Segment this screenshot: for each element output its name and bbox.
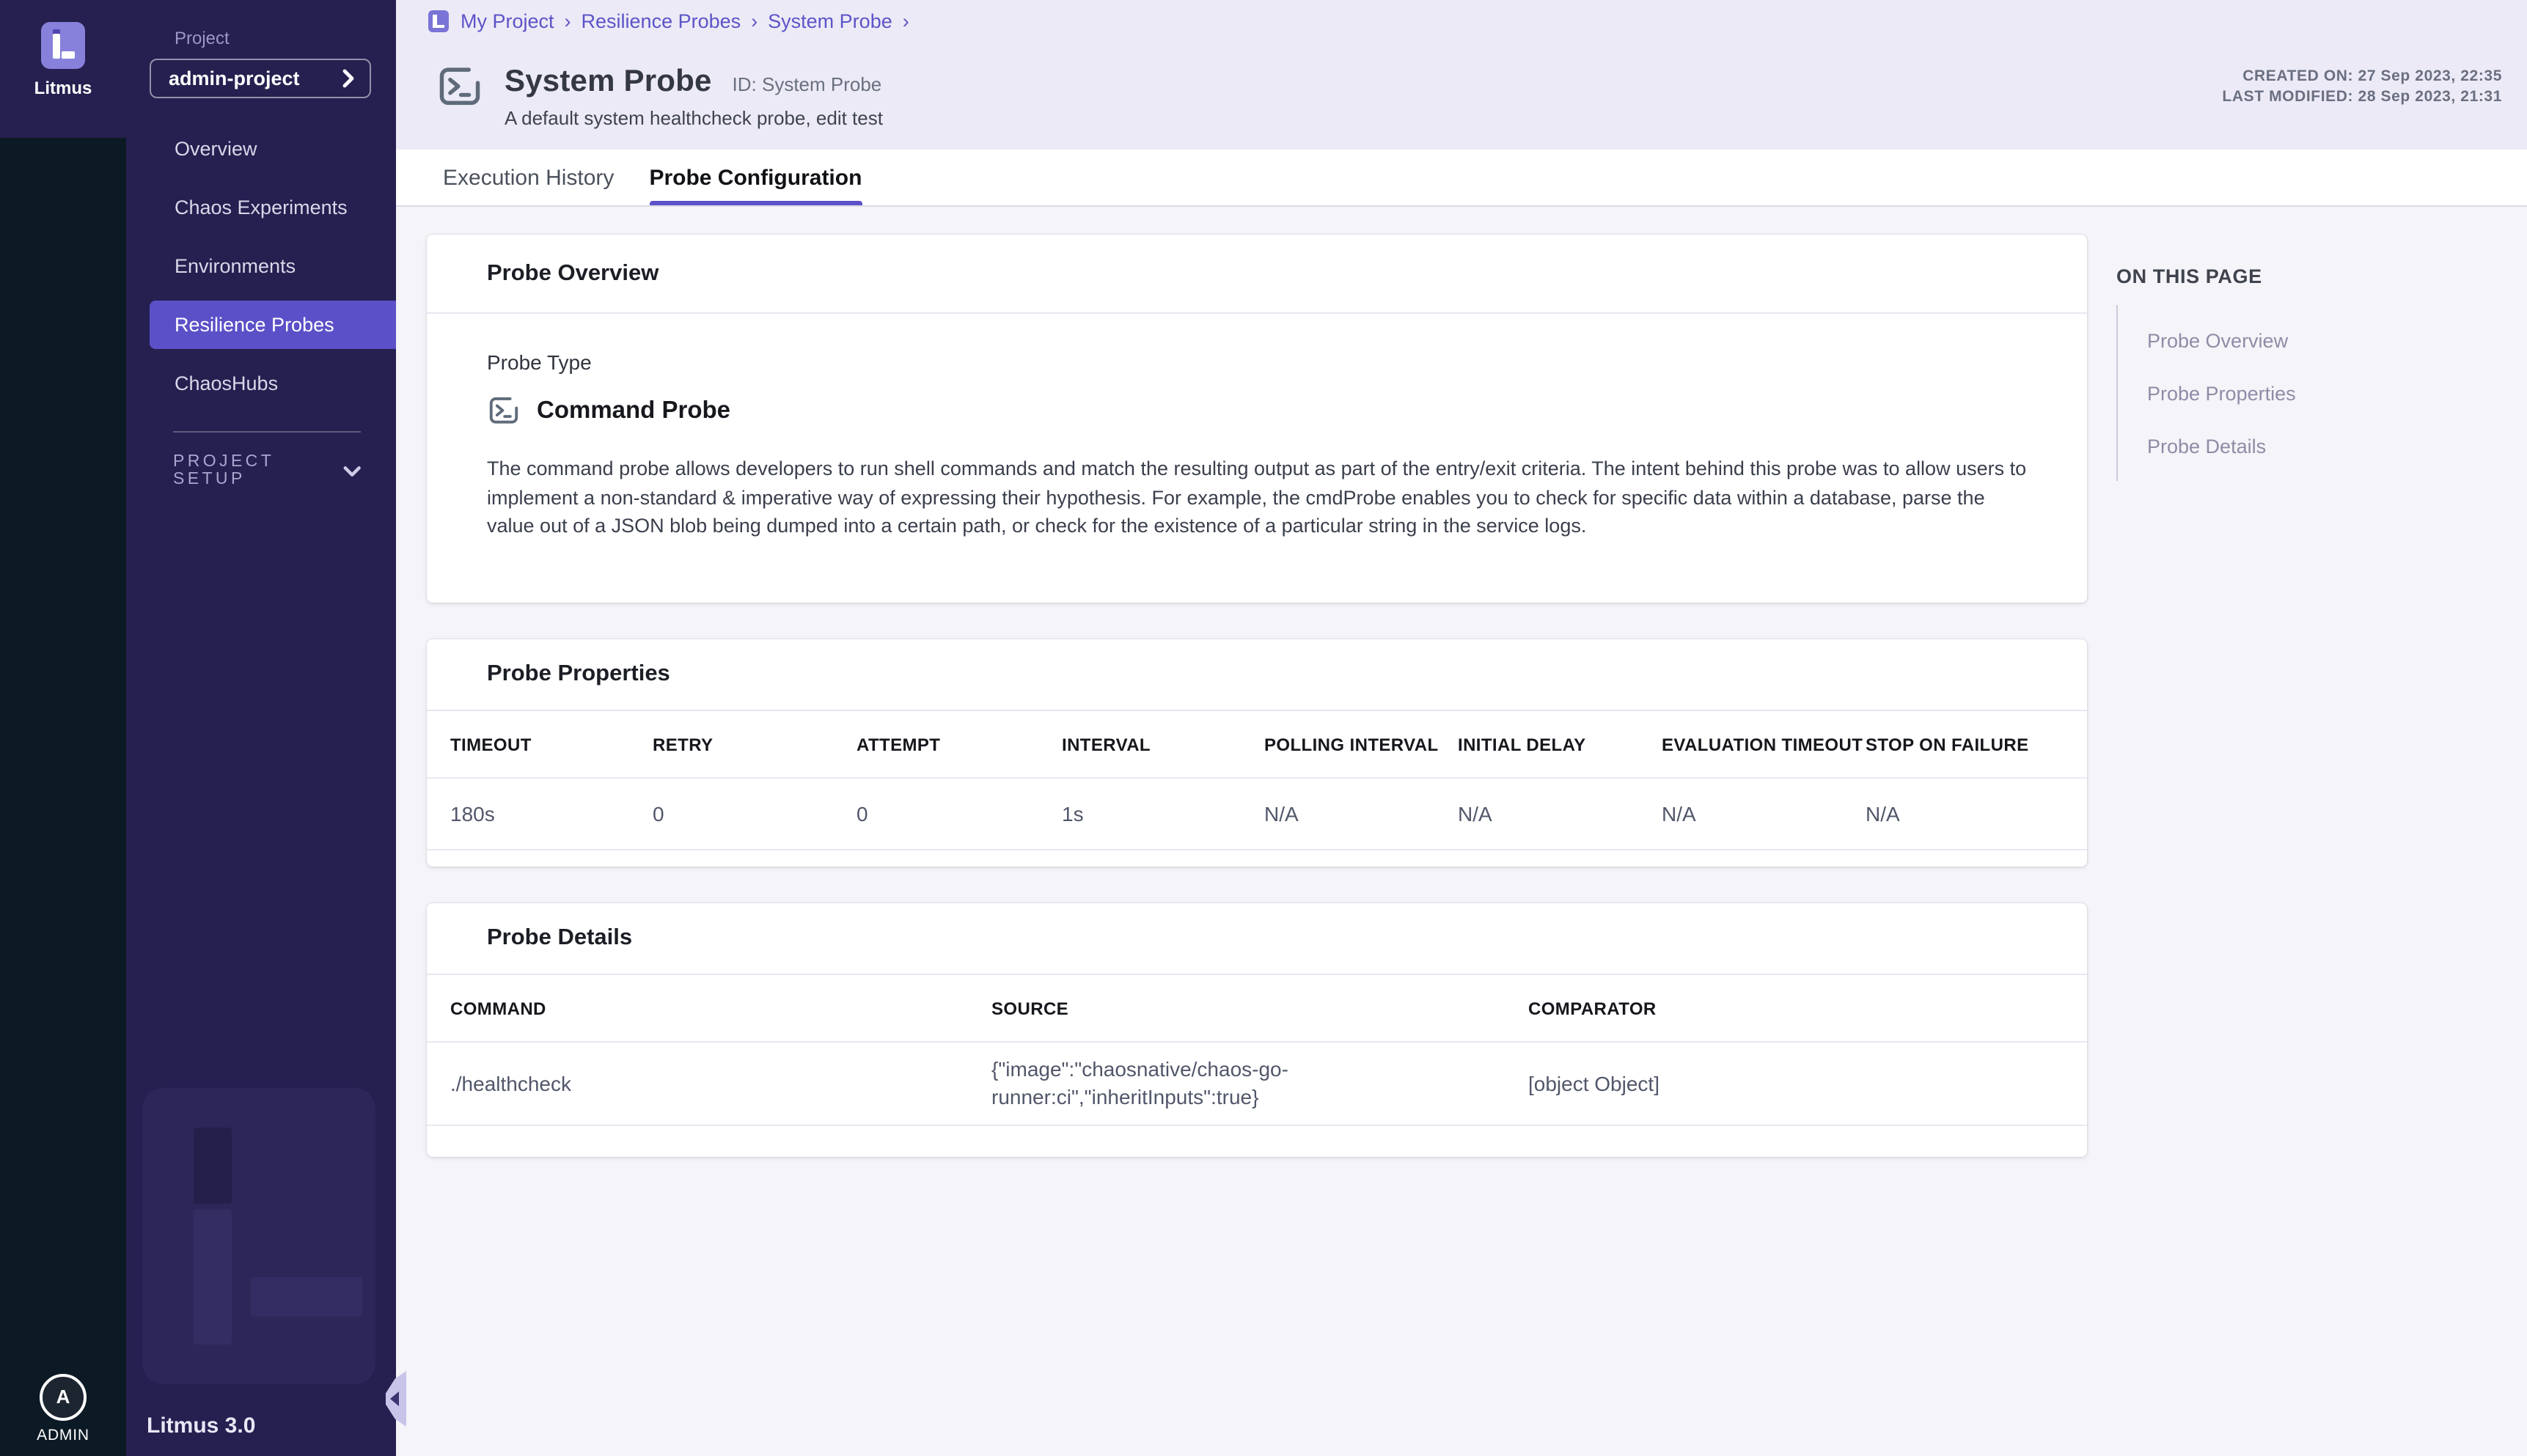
terminal-probe-icon [436, 65, 484, 109]
project-label: Project [175, 28, 396, 48]
properties-header-row: TIMEOUT RETRY ATTEMPT INTERVAL POLLING I… [427, 711, 2087, 779]
interval-value: 1s [1062, 802, 1264, 826]
created-on: CREATED ON: 27 Sep 2023, 22:35 [2222, 67, 2502, 87]
command-value: ./healthcheck [450, 1072, 991, 1095]
sidebar-item-chaoshubs[interactable]: ChaosHubs [126, 353, 396, 412]
sidebar-item-chaos-experiments[interactable]: Chaos Experiments [126, 177, 396, 236]
column-header: ATTEMPT [857, 734, 1062, 754]
project-setup-toggle[interactable]: PROJECT SETUP [173, 453, 361, 488]
probe-overview-title: Probe Overview [427, 235, 2087, 314]
toc-link-probe-details[interactable]: Probe Details [2147, 419, 2468, 472]
column-header: POLLING INTERVAL [1264, 734, 1458, 754]
probe-type-label: Probe Type [487, 350, 2027, 374]
timestamps: CREATED ON: 27 Sep 2023, 22:35 LAST MODI… [2222, 67, 2502, 107]
toc-link-probe-properties[interactable]: Probe Properties [2147, 367, 2468, 419]
probe-properties-title: Probe Properties [427, 639, 2087, 711]
logo-block[interactable]: Litmus [0, 0, 126, 138]
sidebar-collapse-button[interactable] [386, 1371, 406, 1427]
title-row: System Probe ID: System Probe A default … [436, 65, 883, 129]
stop-on-failure-value: N/A [1866, 802, 2064, 826]
column-header: EVALUATION TIMEOUT [1662, 734, 1866, 754]
app-root: Litmus A ADMIN Project admin-project Ove… [0, 0, 2527, 1456]
probe-type-row: Command Probe [487, 393, 2027, 428]
on-this-page-list: Probe Overview Probe Properties Probe De… [2116, 305, 2468, 481]
litmus-logo-icon [41, 22, 85, 69]
sidebar: Project admin-project Overview Chaos Exp… [126, 0, 396, 1456]
on-this-page-title: ON THIS PAGE [2116, 265, 2468, 287]
breadcrumb-separator-icon: › [903, 10, 909, 32]
breadcrumb-separator-icon: › [565, 10, 571, 32]
properties-value-row: 180s 0 0 1s N/A N/A N/A N/A [427, 779, 2087, 850]
breadcrumb-logo-icon [428, 10, 449, 32]
attempt-value: 0 [857, 802, 1062, 826]
sidebar-nav: Overview Chaos Experiments Environments … [126, 119, 396, 412]
admin-block[interactable]: A ADMIN [0, 1374, 126, 1444]
tab-panel: Probe Overview Probe Type Command Probe … [396, 207, 2527, 1157]
probe-description: The command probe allows developers to r… [487, 455, 2027, 540]
retry-value: 0 [653, 802, 857, 826]
icon-rail: Litmus A ADMIN [0, 0, 126, 1456]
comparator-value: [object Object] [1528, 1072, 2064, 1095]
column-header: COMMAND [450, 998, 991, 1018]
chevron-down-icon [343, 464, 361, 477]
polling-interval-value: N/A [1264, 802, 1458, 826]
details-header-row: COMMAND SOURCE COMPARATOR [427, 975, 2087, 1043]
sidebar-item-overview[interactable]: Overview [126, 119, 396, 177]
probe-details-card: Probe Details COMMAND SOURCE COMPARATOR … [427, 903, 2087, 1157]
avatar[interactable]: A [40, 1374, 87, 1421]
probe-details-title: Probe Details [427, 903, 2087, 975]
sidebar-item-resilience-probes[interactable]: Resilience Probes [149, 300, 396, 348]
column-header: STOP ON FAILURE [1866, 734, 2064, 754]
breadcrumb-separator-icon: › [751, 10, 758, 32]
column-header: SOURCE [991, 998, 1528, 1018]
tab-bar: Execution History Probe Configuration [396, 150, 2527, 207]
page-subtitle: A default system healthcheck probe, edit… [505, 107, 883, 129]
chevron-right-icon [342, 69, 355, 88]
evaluation-timeout-value: N/A [1662, 802, 1866, 826]
project-select-value: admin-project [169, 67, 300, 89]
probe-overview-card: Probe Overview Probe Type Command Probe … [427, 235, 2087, 603]
terminal-probe-icon [487, 393, 521, 428]
timeout-value: 180s [450, 802, 653, 826]
column-header: COMPARATOR [1528, 998, 2064, 1018]
column-header: RETRY [653, 734, 857, 754]
initial-delay-value: N/A [1458, 802, 1662, 826]
breadcrumb-resilience-probes[interactable]: Resilience Probes [582, 10, 741, 32]
last-modified: LAST MODIFIED: 28 Sep 2023, 21:31 [2222, 87, 2502, 107]
sidebar-item-environments[interactable]: Environments [126, 236, 396, 295]
probe-properties-card: Probe Properties TIMEOUT RETRY ATTEMPT I… [427, 639, 2087, 867]
main-content: My Project › Resilience Probes › System … [396, 0, 2527, 1456]
toc-link-probe-overview[interactable]: Probe Overview [2147, 314, 2468, 367]
source-value: {"image":"chaosnative/chaos-go-runner:ci… [991, 1056, 1351, 1111]
breadcrumb: My Project › Resilience Probes › System … [428, 10, 920, 32]
tab-execution-history[interactable]: Execution History [443, 150, 614, 205]
column-header: INTERVAL [1062, 734, 1264, 754]
column-header: TIMEOUT [450, 734, 653, 754]
brand-label: Litmus [0, 78, 126, 98]
tab-probe-configuration[interactable]: Probe Configuration [649, 150, 862, 205]
litmus-watermark-logo [142, 1088, 375, 1384]
version-label: Litmus 3.0 [147, 1413, 255, 1438]
on-this-page: ON THIS PAGE Probe Overview Probe Proper… [2116, 265, 2468, 481]
admin-label: ADMIN [0, 1427, 126, 1444]
column-header: INITIAL DELAY [1458, 734, 1662, 754]
page-id: ID: System Probe [733, 73, 882, 95]
details-value-row: ./healthcheck {"image":"chaosnative/chao… [427, 1043, 2087, 1126]
collapse-arrow-icon [390, 1391, 399, 1406]
breadcrumb-my-project[interactable]: My Project [461, 10, 554, 32]
page-header: My Project › Resilience Probes › System … [396, 0, 2527, 150]
project-setup-label: PROJECT SETUP [173, 453, 343, 488]
page-title: System Probe [505, 65, 712, 100]
sidebar-divider [173, 431, 361, 433]
project-select[interactable]: admin-project [150, 59, 371, 98]
breadcrumb-system-probe[interactable]: System Probe [768, 10, 892, 32]
probe-type-value: Command Probe [537, 397, 730, 424]
